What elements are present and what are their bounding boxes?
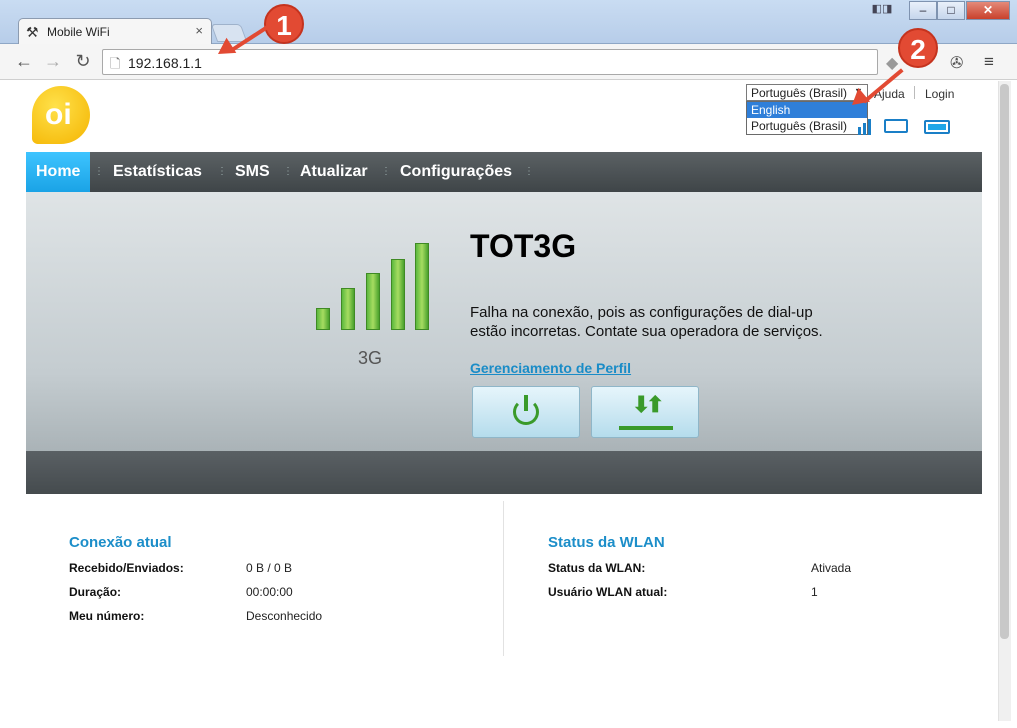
wlan-status-label: Status da WLAN: [548, 561, 646, 575]
nav-separator: ⋮ [283, 166, 293, 177]
my-number-label: Meu número: [69, 609, 145, 623]
logo-text: oi [45, 98, 72, 131]
nav-sms[interactable]: SMS [235, 152, 270, 192]
connect-button[interactable] [472, 386, 580, 438]
oi-logo: oi [32, 86, 90, 144]
user-profile-icon[interactable]: ◧◨ [864, 2, 900, 19]
wlan-panel-title: Status da WLAN [548, 534, 665, 551]
reload-icon[interactable]: ↻ [71, 51, 95, 72]
duration-label: Duração: [69, 585, 122, 599]
network-type: 3G [358, 348, 383, 368]
close-window-button[interactable]: ✕ [966, 1, 1010, 20]
header-divider [914, 86, 915, 99]
tab-title: Mobile WiFi [47, 25, 110, 39]
connection-message: Falha na conexão, pois as configurações … [470, 304, 823, 340]
maximize-button[interactable]: □ [937, 1, 965, 20]
login-link[interactable]: Login [925, 87, 954, 101]
new-tab-button[interactable] [210, 24, 248, 42]
annotation-badge-2: 2 [898, 28, 938, 68]
tab-close-icon[interactable]: × [195, 23, 203, 38]
computer-icon [884, 119, 908, 133]
page-icon: 🗋 [110, 56, 121, 71]
url-text[interactable]: 192.168.1.1 [128, 55, 202, 71]
minimize-button[interactable]: – [909, 1, 937, 20]
connection-panel-title: Conexão atual [69, 534, 172, 551]
scrollbar-thumb[interactable] [1000, 84, 1009, 639]
extension-icon[interactable]: ◆ [886, 53, 898, 73]
nav-estatisticas[interactable]: Estatísticas [113, 152, 202, 192]
network-name: TOT3G [470, 228, 577, 264]
signal-strength-icon [316, 242, 434, 330]
nav-separator: ⋮ [94, 166, 104, 177]
menu-icon[interactable]: ≡ [984, 52, 994, 72]
profile-management-link[interactable]: Gerenciamento de Perfil [470, 360, 631, 376]
browser-tab[interactable]: ⚒ Mobile WiFi × [18, 18, 212, 45]
back-icon[interactable]: ← [12, 51, 36, 72]
page-content: oi Português (Brasil) ▼ English Portuguê… [8, 81, 998, 721]
received-sent-label: Recebido/Enviados: [69, 561, 184, 575]
nav-separator: ⋮ [524, 166, 534, 177]
nav-separator: ⋮ [381, 166, 391, 177]
nav-home[interactable]: Home [26, 152, 91, 192]
nav-atualizar[interactable]: Atualizar [300, 152, 368, 192]
my-number-value: Desconhecido [246, 609, 323, 623]
upload-icon: ⬆ [646, 392, 665, 417]
wlan-status-value: Ativada [811, 561, 852, 575]
battery-icon [924, 120, 950, 134]
wlan-users-label: Usuário WLAN atual: [548, 585, 668, 599]
status-hero: 3G TOT3G Falha na conexão, pois as confi… [26, 192, 982, 451]
browser-toolbar: ← → ↻ 🗋 192.168.1.1 ◆ ✇ ≡ [0, 44, 1017, 80]
language-option-english[interactable]: English [747, 102, 867, 118]
language-option-portuguese[interactable]: Português (Brasil) [747, 118, 867, 134]
hero-footer-bar [26, 451, 982, 494]
received-sent-value: 0 B / 0 B [246, 561, 293, 575]
data-transfer-button[interactable]: ⬇ ⬆ [591, 386, 699, 438]
language-dropdown: English Português (Brasil) [746, 101, 868, 135]
tools-icon: ⚒ [26, 24, 39, 40]
panel-divider [503, 501, 504, 656]
film-reel-icon[interactable]: ✇ [950, 53, 963, 73]
wlan-users-value: 1 [811, 585, 818, 599]
nav-configuracoes[interactable]: Configurações [400, 152, 512, 192]
duration-value: 00:00:00 [246, 585, 293, 599]
nav-separator: ⋮ [217, 166, 227, 177]
forward-icon[interactable]: → [41, 51, 65, 72]
main-nav: Home ⋮ Estatísticas ⋮ SMS ⋮ Atualizar ⋮ … [26, 152, 982, 192]
signal-icon [856, 119, 872, 135]
window-titlebar: ⚒ Mobile WiFi × ◧◨ – □ ✕ [0, 0, 1017, 45]
